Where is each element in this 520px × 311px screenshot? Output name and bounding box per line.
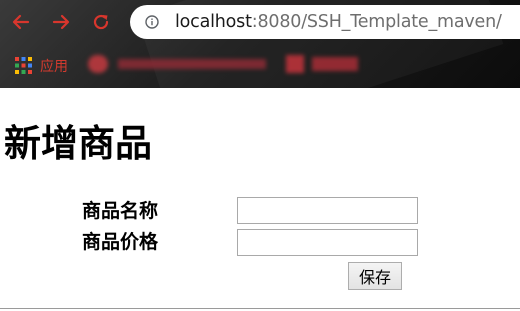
product-price-input[interactable] <box>237 229 418 256</box>
address-bar[interactable]: localhost:8080/SSH_Template_maven/ <box>130 5 520 39</box>
apps-grid-icon[interactable] <box>15 57 32 74</box>
forward-arrow-icon <box>52 14 70 30</box>
product-name-input[interactable] <box>237 197 418 224</box>
bookmarks-bar: 应用 <box>0 48 520 84</box>
info-icon[interactable] <box>145 15 159 29</box>
product-name-label: 商品名称 <box>82 200 159 222</box>
bottom-divider <box>0 308 520 309</box>
browser-chrome: localhost:8080/SSH_Template_maven/ 应用 <box>0 0 520 88</box>
back-arrow-icon <box>12 14 30 30</box>
page-title: 新增商品 <box>4 122 152 165</box>
redacted-bookmark-favicon[interactable] <box>88 55 108 73</box>
forward-button[interactable] <box>48 9 74 35</box>
url-host: localhost <box>175 12 252 32</box>
product-price-label: 商品价格 <box>82 231 159 253</box>
url-text[interactable]: localhost:8080/SSH_Template_maven/ <box>175 12 502 32</box>
reload-button[interactable] <box>88 9 114 35</box>
url-path: :8080/SSH_Template_maven/ <box>251 12 502 32</box>
redacted-bookmark-text[interactable] <box>118 59 266 69</box>
apps-bookmark-label[interactable]: 应用 <box>40 56 68 76</box>
redacted-bookmark-text[interactable] <box>312 57 358 71</box>
save-button[interactable]: 保存 <box>348 262 402 290</box>
back-button[interactable] <box>8 9 34 35</box>
redacted-bookmark-favicon[interactable] <box>286 55 304 73</box>
reload-icon <box>93 14 109 30</box>
